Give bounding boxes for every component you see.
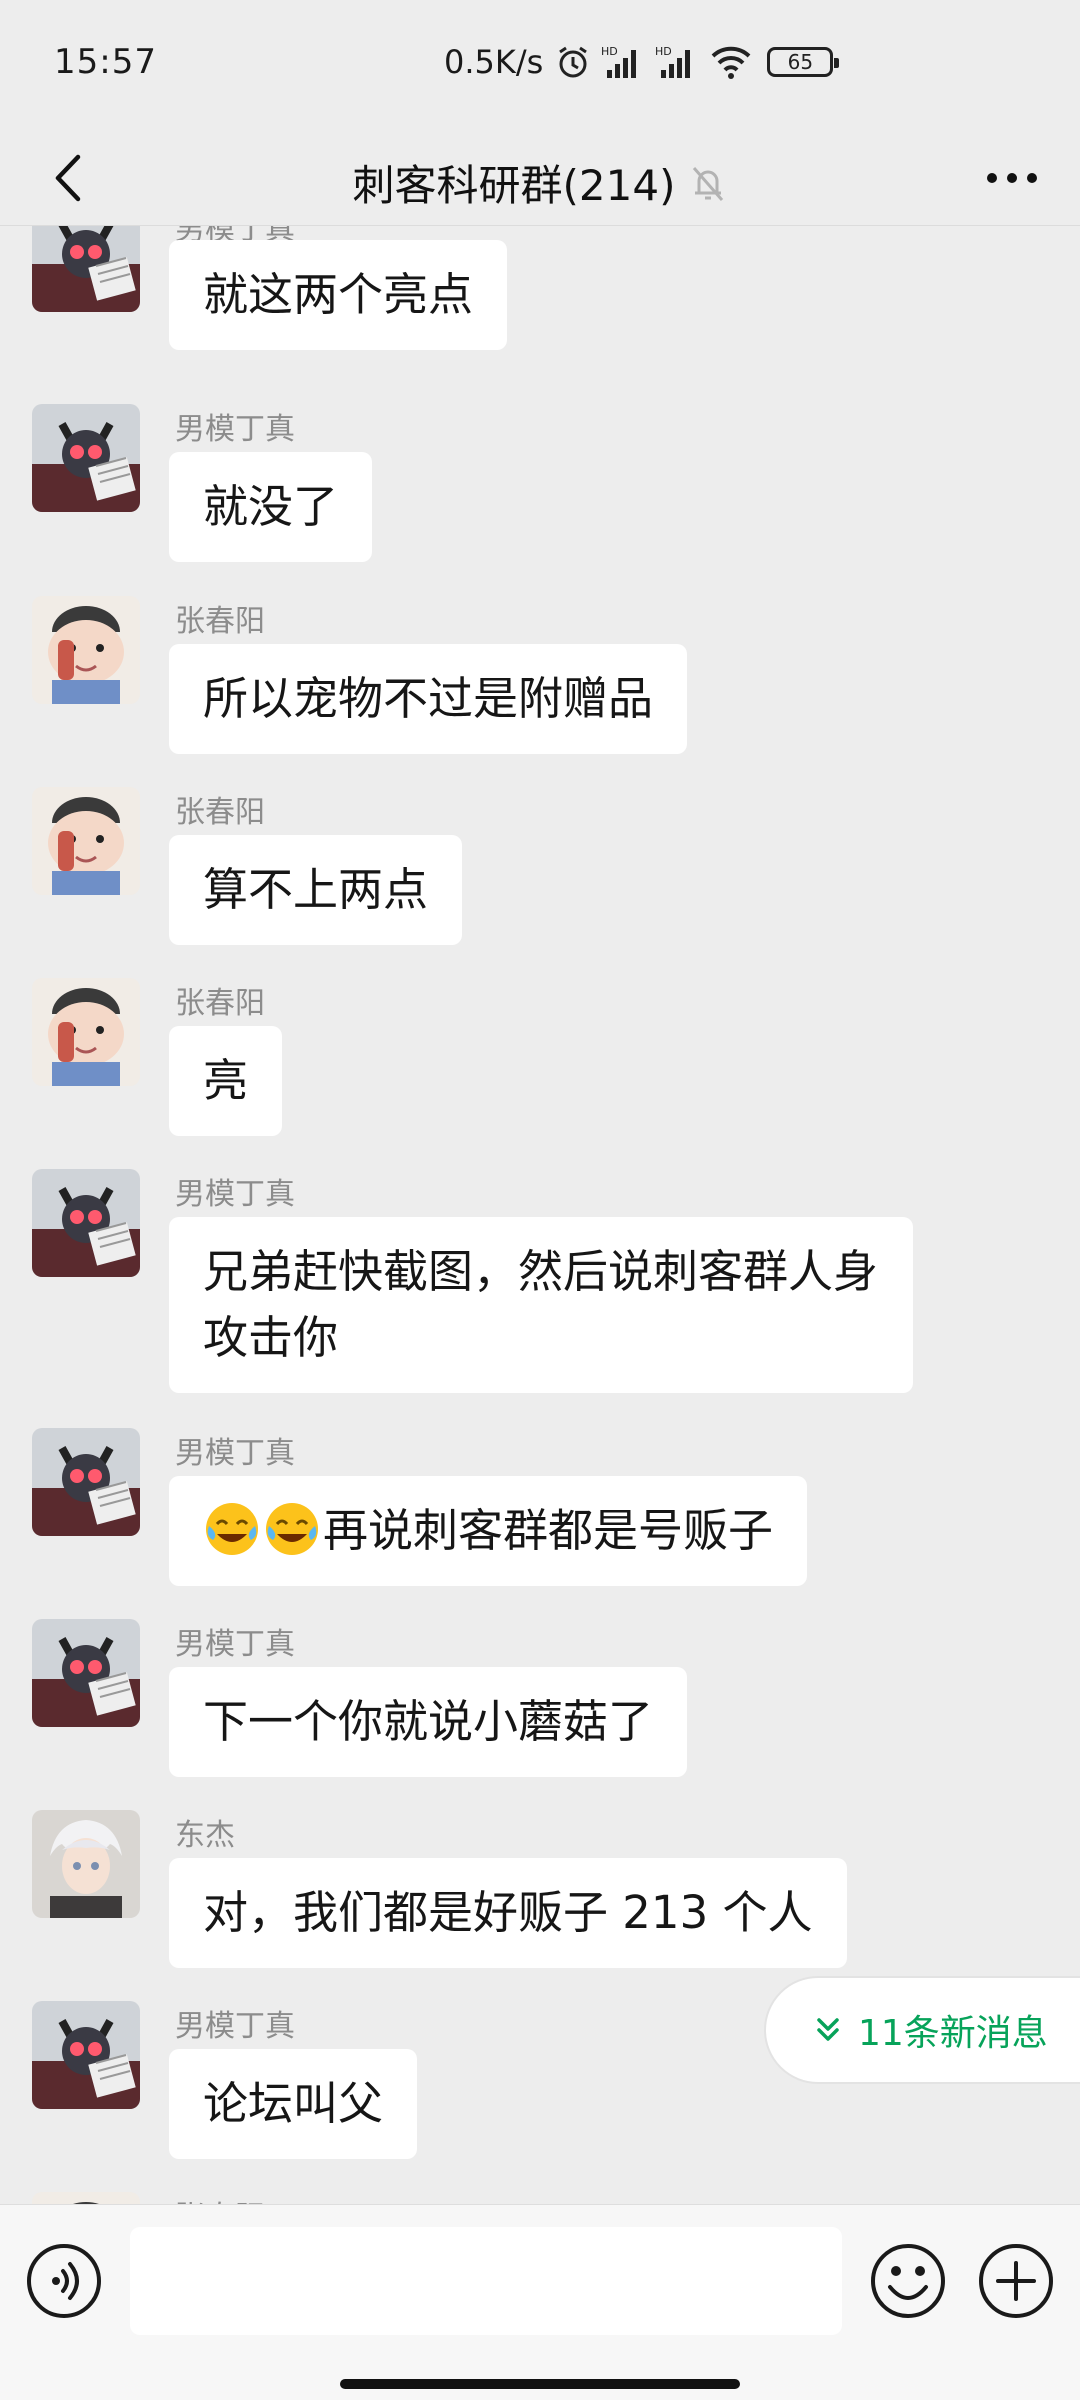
smiley-icon [871, 2244, 945, 2318]
sender-name: 张春阳 [175, 986, 265, 1021]
emoji-button[interactable] [870, 2227, 946, 2318]
sender-name: 张春阳 [175, 604, 265, 639]
status-indicators: 0.5K/s HD HD 65 [444, 40, 840, 84]
avatar[interactable] [32, 1169, 140, 1277]
message-list[interactable]: 男模丁真 就这两个亮点 男模丁真 就没了 张春阳 所以宠物不过是附赠品 张春阳 … [0, 226, 1080, 2204]
svg-text:HD: HD [655, 45, 672, 58]
status-time: 15:57 [54, 42, 157, 82]
avatar[interactable] [32, 787, 140, 895]
message-bubble[interactable]: 兄弟赶快截图，然后说刺客群人身攻击你 [169, 1217, 913, 1393]
sender-name: 张春阳 [175, 2192, 265, 2204]
avatar[interactable] [32, 226, 140, 312]
avatar[interactable] [32, 2001, 140, 2109]
sender-name: 男模丁真 [175, 2009, 295, 2044]
battery-icon: 65 [767, 47, 840, 77]
tears-of-joy-emoji-icon [266, 1503, 318, 1555]
voice-input-button[interactable] [26, 2227, 102, 2318]
network-speed: 0.5K/s [444, 43, 544, 81]
sender-name: 男模丁真 [175, 412, 295, 447]
chat-title: 刺客科研群(214) [352, 161, 676, 210]
chat-header: 刺客科研群(214) [0, 130, 1080, 226]
new-messages-button[interactable]: 11条新消息 [764, 1976, 1080, 2084]
status-bar: 15:57 0.5K/s HD HD 65 [0, 0, 1080, 130]
message-bubble[interactable]: 再说刺客群都是号贩子 [169, 1476, 808, 1586]
avatar[interactable] [32, 978, 140, 1086]
home-indicator[interactable] [340, 2379, 740, 2389]
svg-text:HD: HD [601, 45, 618, 58]
more-dots-icon [987, 173, 1037, 183]
sender-name: 东杰 [175, 1818, 235, 1853]
mute-bell-icon [693, 166, 724, 201]
avatar[interactable] [32, 1428, 140, 1536]
avatar[interactable] [32, 1810, 140, 1918]
signal-hd-2-icon: HD [655, 44, 699, 80]
voice-icon [27, 2244, 101, 2318]
alarm-icon [555, 44, 591, 80]
message-text: 再说刺客群都是号贩子 [323, 1504, 774, 1557]
message-bubble[interactable]: 所以宠物不过是附赠品 [169, 644, 688, 754]
sender-name: 男模丁真 [175, 1177, 295, 1212]
tears-of-joy-emoji-icon [206, 1503, 258, 1555]
message-bubble[interactable]: 就没了 [169, 452, 373, 562]
sender-name: 男模丁真 [175, 1436, 295, 1471]
sender-name: 张春阳 [175, 795, 265, 830]
message-bubble[interactable]: 论坛叫父 [169, 2049, 418, 2159]
message-bubble[interactable]: 下一个你就说小蘑菇了 [169, 1667, 688, 1777]
chat-title-container: 刺客科研群(214) [0, 152, 1080, 213]
message-bubble[interactable]: 就这两个亮点 [169, 240, 508, 350]
chat-screen: 15:57 0.5K/s HD HD 65 刺客科研群(214) 男模丁真 就这… [0, 0, 1080, 2400]
avatar[interactable] [32, 1619, 140, 1727]
avatar[interactable] [32, 596, 140, 704]
input-bar [0, 2204, 1080, 2400]
message-bubble[interactable]: 对，我们都是好贩子 213 个人 [169, 1858, 847, 1968]
message-bubble[interactable]: 算不上两点 [169, 835, 463, 945]
message-bubble[interactable]: 亮 [169, 1026, 283, 1136]
avatar[interactable] [32, 404, 140, 512]
more-functions-button[interactable] [978, 2227, 1054, 2318]
more-options-button[interactable] [980, 150, 1044, 206]
wifi-icon [709, 44, 753, 80]
sender-name: 男模丁真 [175, 1627, 295, 1662]
double-chevron-down-icon [817, 2018, 839, 2041]
new-messages-label: 11条新消息 [858, 2013, 1048, 2054]
avatar[interactable] [32, 2192, 140, 2204]
battery-level: 65 [787, 50, 814, 74]
plus-icon [979, 2244, 1053, 2318]
signal-hd-1-icon: HD [601, 44, 645, 80]
message-input[interactable] [130, 2227, 842, 2335]
